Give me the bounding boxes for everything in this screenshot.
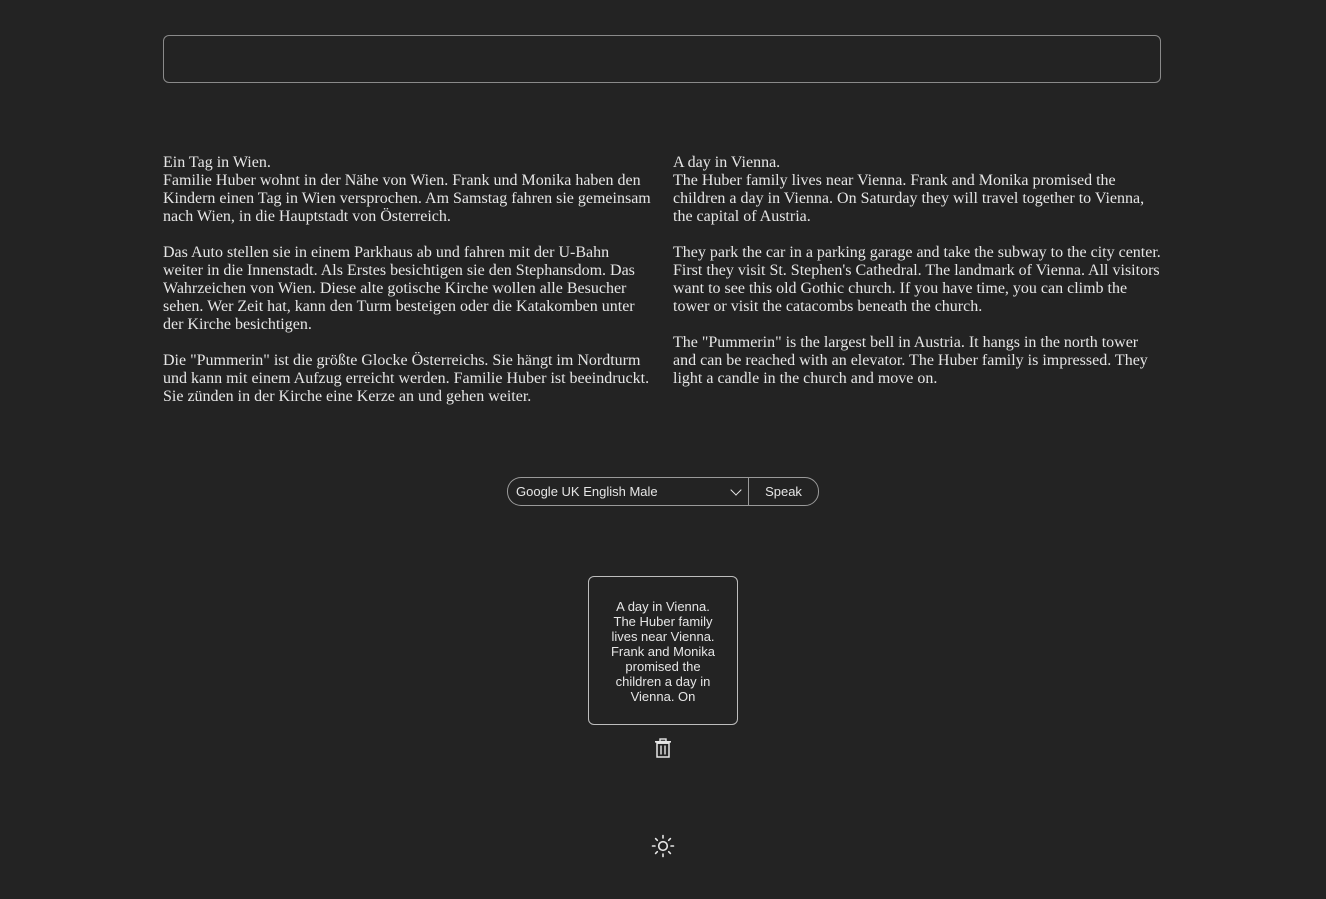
german-paragraph: Das Auto stellen sie in einem Parkhaus a… [163, 244, 635, 333]
chevron-down-icon [730, 483, 742, 496]
trash-icon[interactable] [654, 738, 672, 758]
sun-icon[interactable] [651, 834, 675, 858]
text-input[interactable] [163, 35, 1161, 83]
voice-select-value: Google UK English Male [516, 484, 658, 499]
german-paragraph: Familie Huber wohnt in der Nähe von Wien… [163, 172, 651, 225]
english-column: A day in Vienna. The Huber family lives … [673, 154, 1163, 424]
saved-card[interactable]: A day in Vienna. The Huber family lives … [588, 576, 738, 725]
saved-card-text: A day in Vienna. The Huber family lives … [610, 599, 716, 702]
speak-button[interactable]: Speak [748, 477, 819, 506]
english-paragraph: The "Pummerin" is the largest bell in Au… [673, 334, 1148, 387]
english-paragraph: They park the car in a parking garage an… [673, 244, 1161, 315]
german-paragraph: Die "Pummerin" ist die größte Glocke Öst… [163, 352, 650, 405]
english-paragraph: The Huber family lives near Vienna. Fran… [673, 172, 1145, 225]
german-title: Ein Tag in Wien. [163, 154, 271, 171]
speech-controls: Google UK English Male Speak [507, 477, 819, 506]
english-title: A day in Vienna. [673, 154, 781, 171]
german-column: Ein Tag in Wien. Familie Huber wohnt in … [163, 154, 653, 424]
voice-select[interactable]: Google UK English Male [507, 477, 748, 506]
text-columns: Ein Tag in Wien. Familie Huber wohnt in … [163, 154, 1163, 424]
